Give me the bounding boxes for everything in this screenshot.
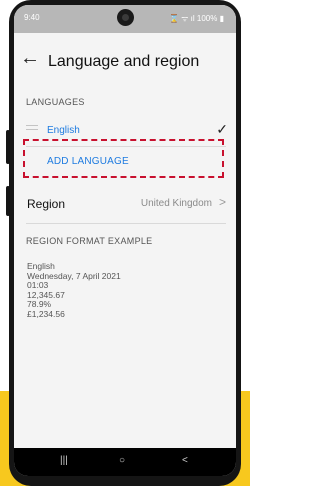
- chevron-right-icon: >: [218, 195, 226, 209]
- region-value: United Kingdom: [140, 198, 212, 209]
- highlight-box: [23, 139, 224, 178]
- divider: [26, 223, 226, 224]
- region-row[interactable]: Region United Kingdom >: [14, 187, 236, 217]
- languages-section-title: LANGUAGES: [26, 97, 85, 107]
- volume-button: [6, 130, 10, 164]
- home-icon[interactable]: ○: [119, 455, 125, 466]
- region-label: Region: [27, 197, 66, 211]
- app-header: ← Language and region: [14, 33, 236, 93]
- recents-icon[interactable]: |||: [60, 455, 68, 466]
- power-button: [6, 186, 10, 216]
- example-currency: £1,234.56: [27, 308, 65, 319]
- page-title: Language and region: [48, 53, 200, 70]
- format-example-list: English Wednesday, 7 April 2021 01:03 12…: [27, 261, 121, 319]
- status-bar: 9:40 ⌛ ᯤ ıl 100% ▮: [14, 5, 236, 33]
- front-camera: [117, 9, 134, 26]
- back-arrow-icon[interactable]: ←: [20, 47, 40, 70]
- back-icon[interactable]: <: [182, 455, 188, 466]
- language-name: English: [47, 125, 80, 136]
- navigation-bar: ||| ○ <: [14, 448, 236, 476]
- status-indicators: ⌛ ᯤ ıl 100% ▮: [168, 14, 224, 23]
- check-icon: ✓: [216, 121, 228, 137]
- status-time: 9:40: [24, 13, 40, 22]
- phone-screen: 9:40 ⌛ ᯤ ıl 100% ▮ ← Language and region…: [14, 5, 236, 476]
- region-format-section-title: REGION FORMAT EXAMPLE: [26, 236, 153, 246]
- drag-handle-icon[interactable]: [26, 125, 38, 133]
